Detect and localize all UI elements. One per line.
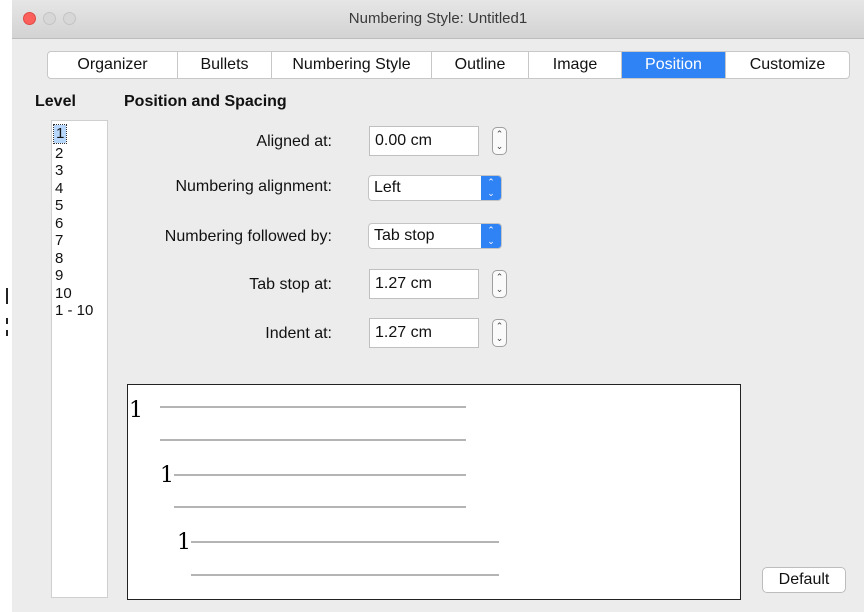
numbering-alignment-label: Numbering alignment: (175, 178, 332, 195)
chevron-updown-icon: ⌃ ⌄ (481, 176, 501, 200)
level-item-8[interactable]: 8 (54, 250, 107, 268)
level-item-all[interactable]: 1 - 10 (54, 302, 107, 320)
aligned-at-stepper-icon[interactable]: ⌃ ⌄ (492, 127, 507, 155)
level-item-4[interactable]: 4 (54, 180, 107, 198)
level-item-10[interactable]: 10 (54, 285, 107, 303)
numbering-alignment-value: Left (374, 179, 401, 196)
tab-bar: Organizer Bullets Numbering Style Outlin… (47, 51, 850, 79)
indent-at-field[interactable]: 1.27 cm (369, 318, 479, 348)
edge-mark (6, 330, 8, 336)
chevron-updown-icon: ⌃ ⌄ (481, 224, 501, 248)
preview-line (191, 541, 499, 543)
window-title: Numbering Style: Untitled1 (348, 10, 528, 27)
preview-line (174, 474, 466, 476)
background-window-edge (0, 0, 12, 612)
tab-bullets[interactable]: Bullets (178, 52, 272, 78)
numbering-style-dialog: Numbering Style: Untitled1 Organizer Bul… (12, 0, 864, 612)
preview-number-level-3: 1 (177, 530, 191, 555)
tab-stop-at-stepper-icon[interactable]: ⌃ ⌄ (492, 270, 507, 298)
title-bar: Numbering Style: Untitled1 (12, 0, 864, 39)
tab-image[interactable]: Image (529, 52, 622, 78)
aligned-at-field[interactable]: 0.00 cm (369, 126, 479, 156)
level-item-2[interactable]: 2 (54, 145, 107, 163)
numbering-preview: 1 1 1 (127, 384, 741, 600)
tab-organizer[interactable]: Organizer (48, 52, 178, 78)
edge-mark (6, 288, 8, 304)
level-heading: Level (35, 93, 76, 110)
tab-stop-at-field[interactable]: 1.27 cm (369, 269, 479, 299)
tab-outline[interactable]: Outline (432, 52, 529, 78)
tab-customize[interactable]: Customize (726, 52, 849, 78)
preview-number-level-2: 1 (160, 463, 174, 488)
numbering-alignment-select[interactable]: Left ⌃ ⌄ (368, 175, 502, 201)
preview-number-level-1: 1 (129, 398, 143, 423)
tab-numbering-style[interactable]: Numbering Style (272, 52, 432, 78)
preview-line (174, 506, 466, 508)
edge-mark (6, 318, 8, 324)
level-item-7[interactable]: 7 (54, 232, 107, 250)
level-item-1[interactable]: 1 (52, 124, 68, 144)
indent-at-label: Indent at: (265, 325, 332, 342)
aligned-at-label: Aligned at: (256, 133, 332, 150)
preview-line (191, 574, 499, 576)
position-spacing-heading: Position and Spacing (124, 93, 287, 110)
level-item-9[interactable]: 9 (54, 267, 107, 285)
level-item-6[interactable]: 6 (54, 215, 107, 233)
default-button[interactable]: Default (762, 567, 846, 593)
preview-line (160, 439, 466, 441)
numbering-followed-by-label: Numbering followed by: (164, 228, 332, 245)
preview-line (160, 406, 466, 408)
numbering-followed-by-value: Tab stop (374, 227, 435, 244)
indent-at-stepper-icon[interactable]: ⌃ ⌄ (492, 319, 507, 347)
tab-stop-at-label: Tab stop at: (249, 276, 332, 293)
level-item-5[interactable]: 5 (54, 197, 107, 215)
level-list[interactable]: 1 2 3 4 5 6 7 8 9 10 1 - 10 (51, 120, 108, 598)
tab-position[interactable]: Position (622, 52, 726, 78)
numbering-followed-by-select[interactable]: Tab stop ⌃ ⌄ (368, 223, 502, 249)
level-item-3[interactable]: 3 (54, 162, 107, 180)
